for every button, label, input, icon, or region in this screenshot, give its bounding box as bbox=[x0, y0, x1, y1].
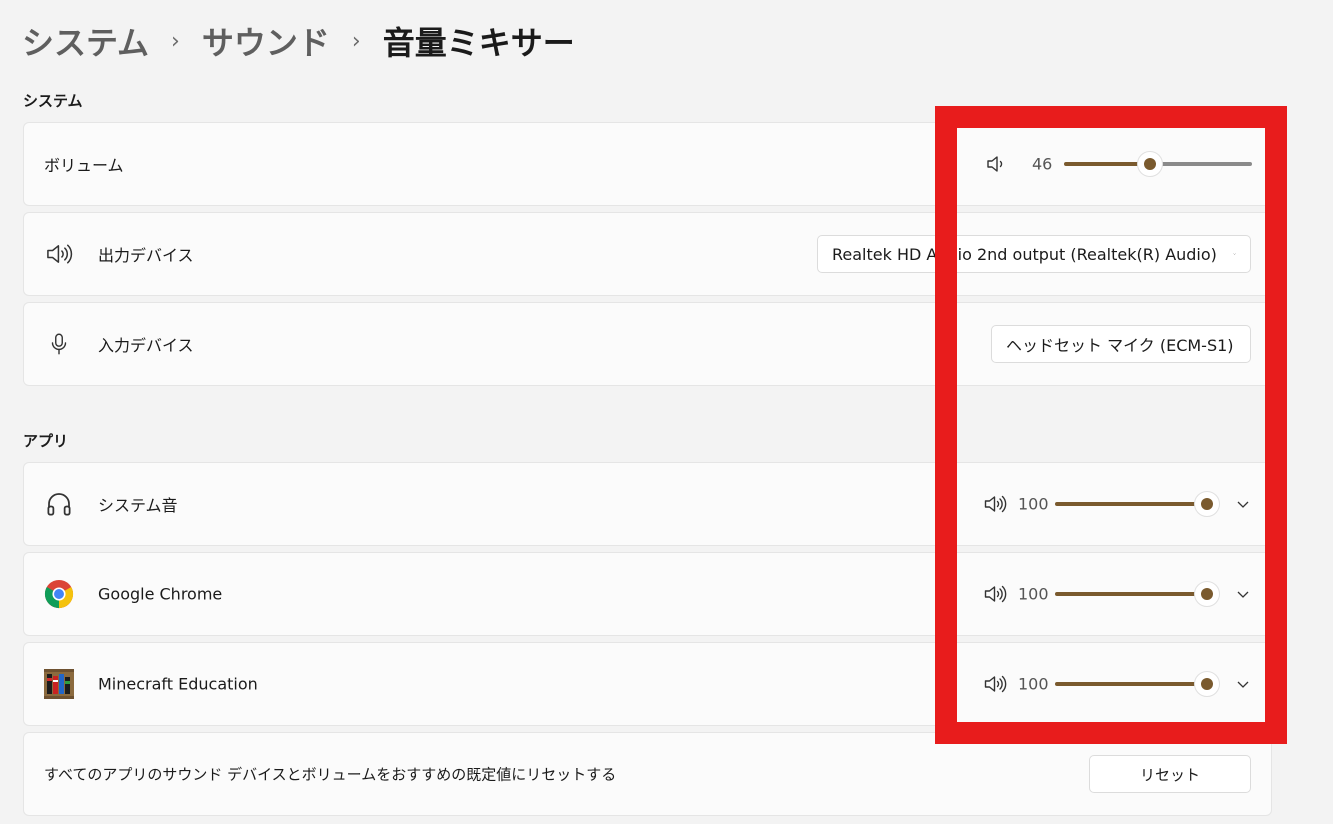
output-device-dropdown[interactable]: Realtek HD Audio 2nd output (Realtek(R) … bbox=[817, 235, 1251, 273]
breadcrumb: システム › サウンド › 音量ミキサー bbox=[22, 18, 575, 64]
slider-fill bbox=[1055, 592, 1207, 596]
app-card-system-sounds: システム音 100 bbox=[23, 462, 1272, 546]
volume-label: ボリューム bbox=[44, 156, 124, 175]
app-volume-slider[interactable] bbox=[1055, 491, 1220, 517]
reset-button[interactable]: リセット bbox=[1089, 755, 1251, 793]
app-name: Google Chrome bbox=[98, 584, 223, 604]
section-label-system: システム bbox=[23, 92, 83, 110]
microphone-icon bbox=[44, 329, 74, 359]
speaker-mute-toggle-icon[interactable] bbox=[983, 492, 1007, 516]
section-label-apps: アプリ bbox=[23, 432, 69, 450]
output-device-card: 出力デバイス Realtek HD Audio 2nd output (Real… bbox=[23, 212, 1272, 296]
app-volume-value: 100 bbox=[1018, 674, 1049, 694]
app-name: Minecraft Education bbox=[98, 674, 258, 694]
breadcrumb-separator: › bbox=[351, 28, 361, 54]
app-volume-slider[interactable] bbox=[1055, 671, 1220, 697]
app-volume-slider[interactable] bbox=[1055, 581, 1220, 607]
volume-value: 46 bbox=[1032, 154, 1053, 174]
slider-fill bbox=[1055, 682, 1207, 686]
output-device-label: 出力デバイス bbox=[98, 246, 194, 265]
slider-fill bbox=[1055, 502, 1207, 506]
page-title: 音量ミキサー bbox=[382, 24, 575, 62]
app-volume-value: 100 bbox=[1018, 584, 1049, 604]
chrome-icon bbox=[44, 579, 74, 609]
slider-thumb[interactable] bbox=[1194, 491, 1220, 517]
expand-chevron-icon[interactable] bbox=[1235, 676, 1251, 692]
minecraft-education-icon bbox=[44, 669, 74, 699]
slider-thumb[interactable] bbox=[1194, 581, 1220, 607]
app-card-google-chrome: Google Chrome 100 bbox=[23, 552, 1272, 636]
chevron-down-icon bbox=[1233, 253, 1236, 255]
breadcrumb-sound[interactable]: サウンド bbox=[202, 18, 330, 64]
breadcrumb-system[interactable]: システム bbox=[22, 18, 149, 64]
input-device-label: 入力デバイス bbox=[98, 336, 194, 355]
input-device-selected: ヘッドセット マイク (ECM-S1) bbox=[1006, 336, 1234, 355]
speaker-mute-toggle-icon[interactable] bbox=[983, 582, 1007, 606]
system-volume-slider[interactable] bbox=[1064, 151, 1252, 177]
expand-chevron-icon[interactable] bbox=[1235, 496, 1251, 512]
reset-card: すべてのアプリのサウンド デバイスとボリュームをおすすめの既定値にリセットする … bbox=[23, 732, 1272, 816]
expand-chevron-icon[interactable] bbox=[1235, 586, 1251, 602]
speaker-mute-toggle-icon[interactable] bbox=[985, 152, 1009, 176]
slider-thumb[interactable] bbox=[1194, 671, 1220, 697]
app-card-minecraft-education: Minecraft Education 100 bbox=[23, 642, 1272, 726]
slider-thumb[interactable] bbox=[1137, 151, 1163, 177]
app-volume-value: 100 bbox=[1018, 494, 1049, 514]
input-device-card: 入力デバイス ヘッドセット マイク (ECM-S1) bbox=[23, 302, 1272, 386]
headphones-icon bbox=[44, 489, 74, 519]
speaker-icon bbox=[44, 239, 74, 269]
breadcrumb-separator: › bbox=[171, 28, 180, 54]
output-device-selected: Realtek HD Audio 2nd output (Realtek(R) … bbox=[832, 244, 1217, 264]
reset-description: すべてのアプリのサウンド デバイスとボリュームをおすすめの既定値にリセットする bbox=[44, 765, 617, 784]
system-volume-card: ボリューム 46 bbox=[23, 122, 1272, 206]
slider-track bbox=[1150, 162, 1252, 166]
app-name: システム音 bbox=[98, 496, 178, 515]
speaker-mute-toggle-icon[interactable] bbox=[983, 672, 1007, 696]
input-device-dropdown[interactable]: ヘッドセット マイク (ECM-S1) bbox=[991, 325, 1251, 363]
